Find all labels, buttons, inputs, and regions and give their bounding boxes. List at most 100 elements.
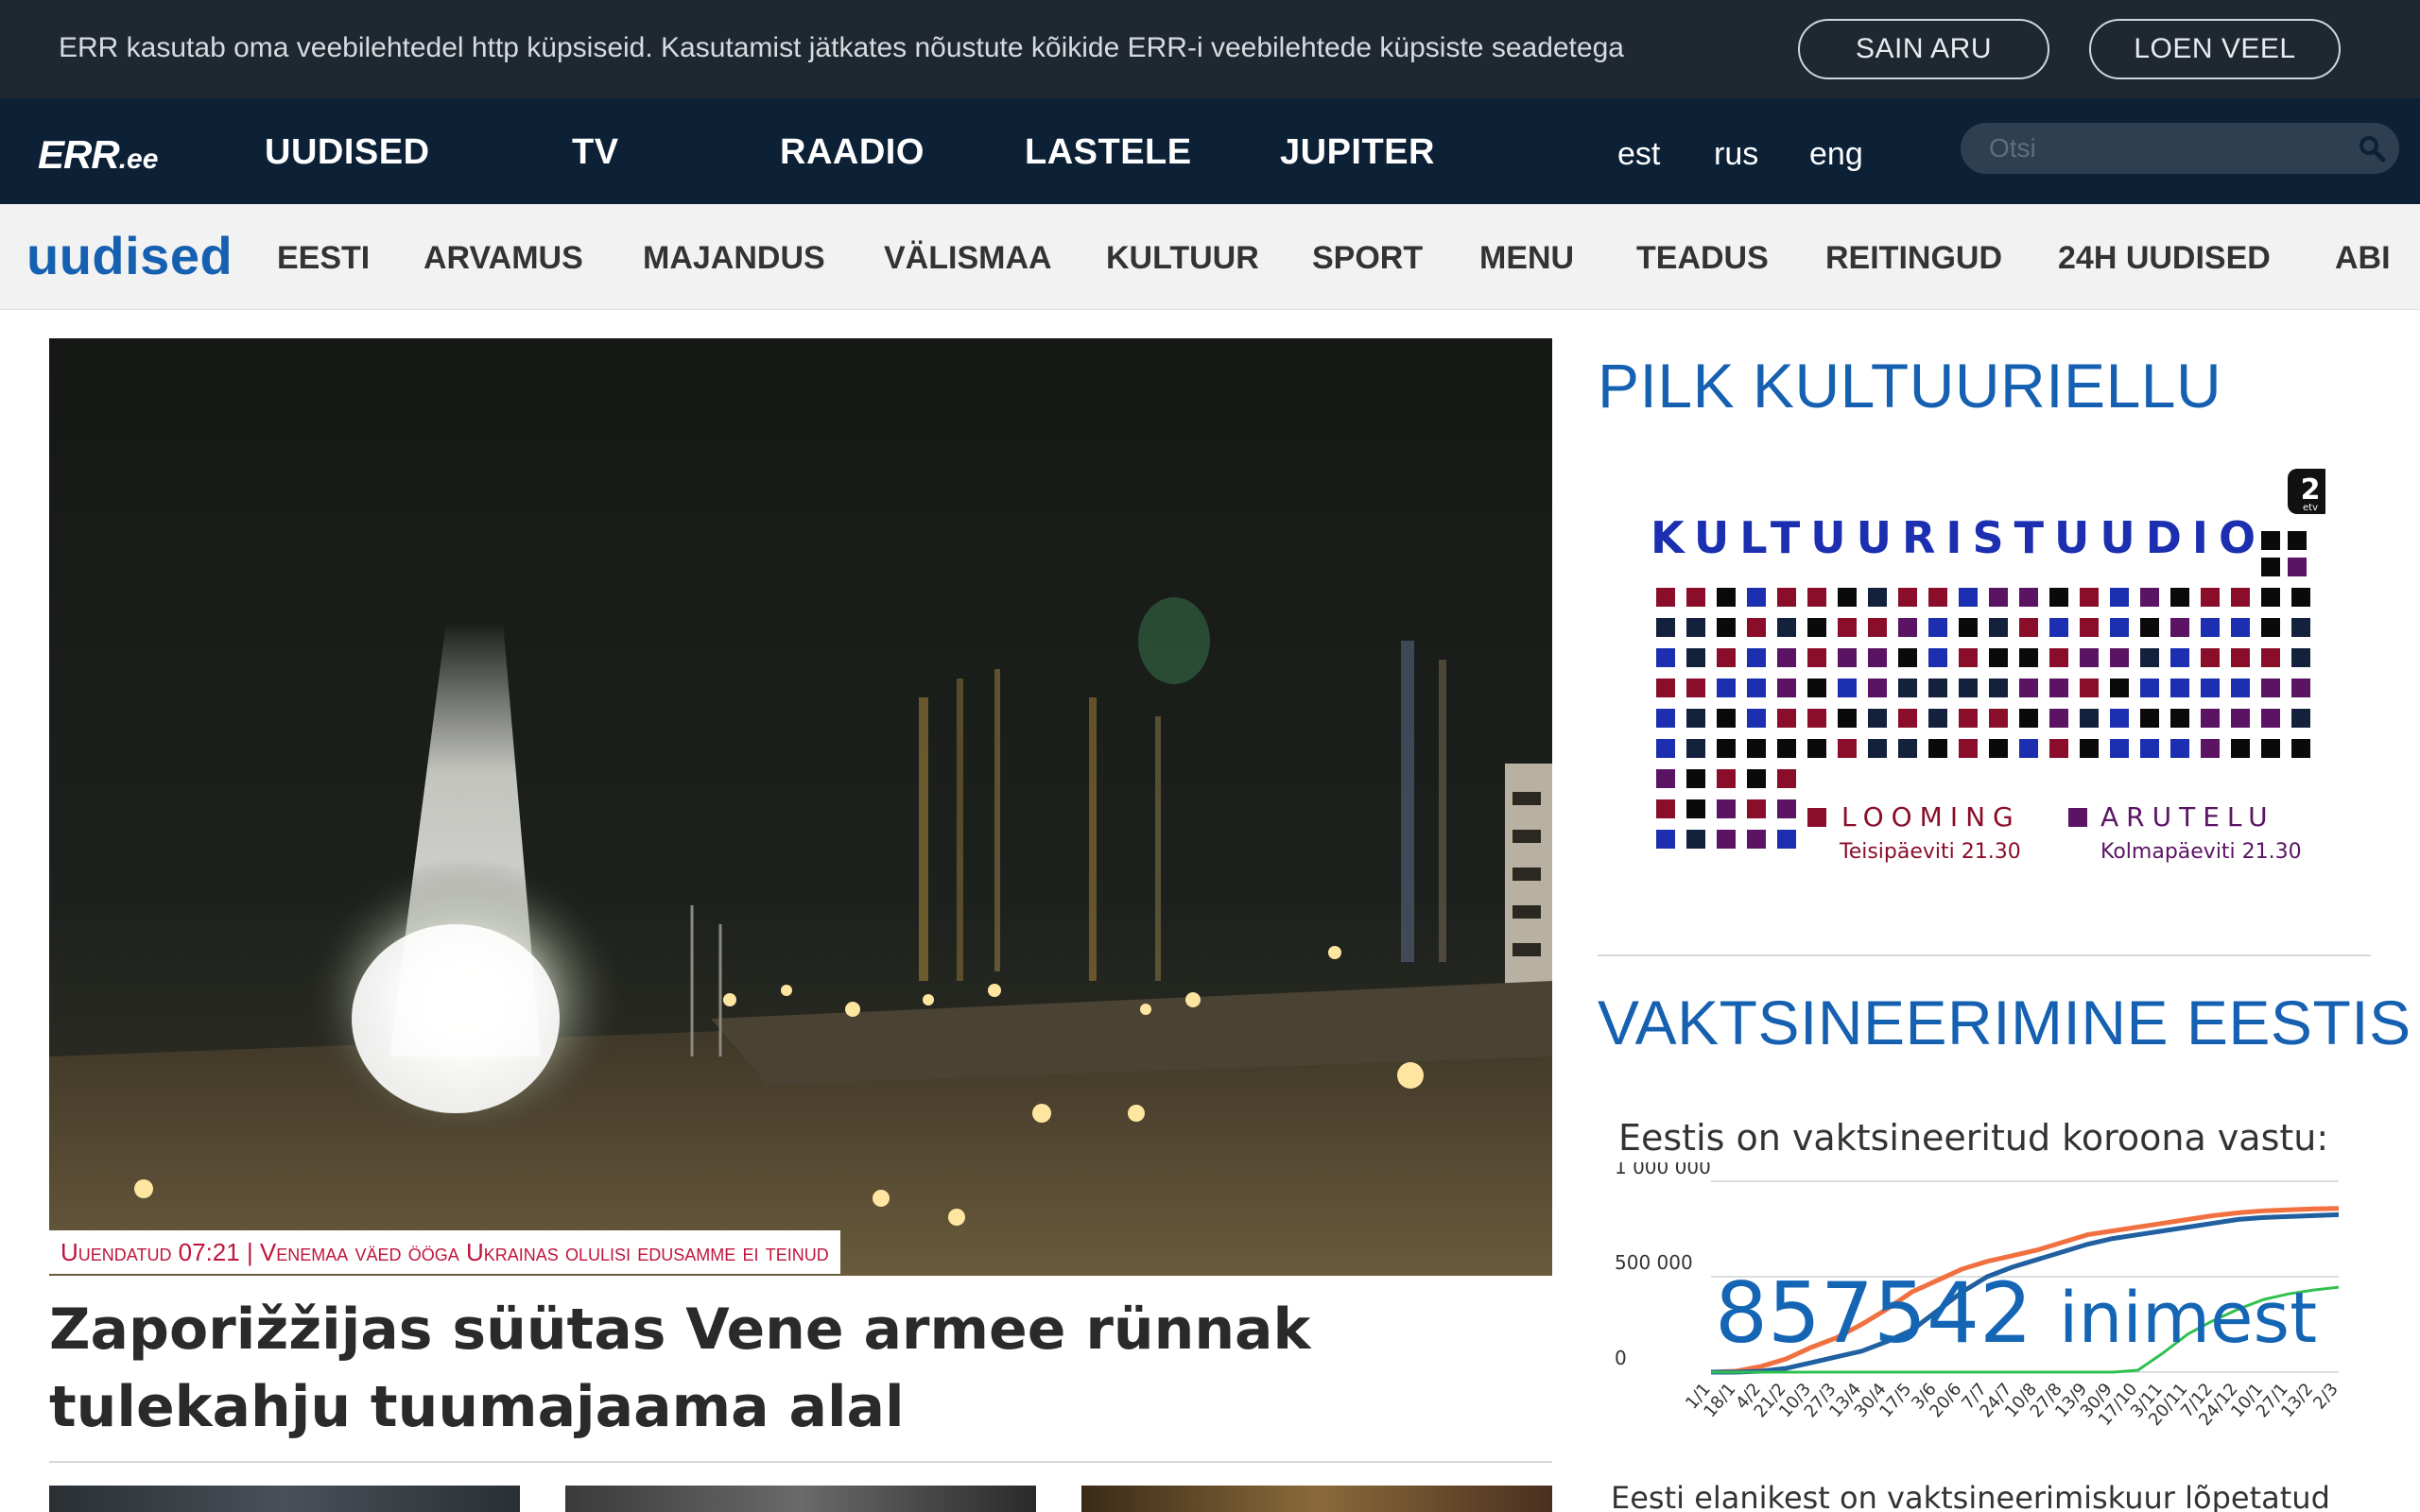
article-thumbnail[interactable] bbox=[1081, 1486, 1552, 1512]
promo-grid-square bbox=[1807, 679, 1826, 697]
promo-grid-square bbox=[1747, 739, 1766, 758]
search-icon[interactable] bbox=[2358, 134, 2386, 163]
promo-grid-square bbox=[1717, 709, 1736, 728]
promo-grid-square bbox=[1747, 648, 1766, 667]
promo-grid-square bbox=[2201, 739, 2220, 758]
promo-grid-square bbox=[1747, 709, 1766, 728]
section-item-sport[interactable]: SPORT bbox=[1312, 240, 1423, 277]
vaccination-section-heading[interactable]: VAKTSINEERIMINE EESTIS bbox=[1598, 987, 2411, 1058]
promo-grid-square bbox=[2019, 709, 2038, 728]
promo-grid-square bbox=[1928, 709, 1947, 728]
promo-grid-square bbox=[1717, 830, 1736, 849]
promo-title-text: KULTUURISTUUDIO bbox=[1651, 512, 2266, 563]
promo-grid-square bbox=[2291, 588, 2310, 607]
chart-y-tick-label: 0 bbox=[1615, 1347, 1627, 1369]
promo-grid-square bbox=[1717, 679, 1736, 697]
hero-article-image[interactable] bbox=[49, 338, 1552, 1276]
section-item-abi[interactable]: ABI bbox=[2335, 240, 2391, 277]
promo-grid-square bbox=[2019, 648, 2038, 667]
promo-grid-square bbox=[2080, 648, 2099, 667]
language-eng[interactable]: eng bbox=[1809, 136, 1863, 173]
promo-grid-square bbox=[1656, 648, 1675, 667]
article-thumbnail[interactable] bbox=[565, 1486, 1036, 1512]
section-item-teadus[interactable]: TEADUS bbox=[1636, 240, 1769, 277]
section-item-arvamus[interactable]: ARVAMUS bbox=[424, 240, 583, 277]
vaccination-footer-text: Eesti elanikest on vaktsineerimiskuur lõ… bbox=[1611, 1480, 2330, 1512]
promo-grid-square bbox=[2140, 709, 2159, 728]
promo-grid-square bbox=[1898, 618, 1917, 637]
hero-caption[interactable]: Uuendatud 07:21 | Venemaa väed ööga Ukra… bbox=[49, 1230, 840, 1274]
section-item-valismaa[interactable]: VÄLISMAA bbox=[884, 240, 1052, 277]
promo-grid-square bbox=[2291, 618, 2310, 637]
promo-grid-square bbox=[1959, 679, 1978, 697]
topnav-item-jupiter[interactable]: JUPITER bbox=[1280, 132, 1435, 173]
kultuuristuudio-promo-banner[interactable]: 2 etv KULTUURISTUUDIO LOOMING Teisipäevi… bbox=[1626, 463, 2333, 879]
promo-grid-square bbox=[1989, 618, 2008, 637]
section-item-24h-uudised[interactable]: 24H UUDISED bbox=[2058, 240, 2271, 277]
section-brand-uudised[interactable]: uudised bbox=[26, 225, 233, 286]
promo-grid-square bbox=[2110, 739, 2129, 758]
topnav-item-lastele[interactable]: LASTELE bbox=[1025, 132, 1192, 173]
promo-grid-square bbox=[2049, 618, 2068, 637]
promo-grid-square bbox=[2291, 739, 2310, 758]
culture-section-heading[interactable]: PILK KULTUURIELLU bbox=[1598, 350, 2221, 421]
promo-grid-square bbox=[1989, 739, 2008, 758]
promo-grid-square bbox=[1868, 588, 1887, 607]
promo-grid-square bbox=[1959, 618, 1978, 637]
section-item-menu[interactable]: MENU bbox=[1479, 240, 1574, 277]
promo-grid-square bbox=[1777, 709, 1796, 728]
promo-corner-square bbox=[2261, 531, 2280, 550]
section-item-kultuur[interactable]: KULTUUR bbox=[1106, 240, 1259, 277]
language-rus[interactable]: rus bbox=[1714, 136, 1758, 173]
err-logo[interactable]: ERR .ee bbox=[38, 132, 158, 177]
promo-grid-square bbox=[2231, 588, 2250, 607]
cookie-read-more-button[interactable]: LOEN VEEL bbox=[2089, 19, 2341, 79]
vaccination-widget[interactable]: Eestis on vaktsineeritud koroona vastu: … bbox=[1598, 1096, 2371, 1512]
promo-grid-square bbox=[1717, 588, 1736, 607]
promo-grid-square bbox=[2049, 739, 2068, 758]
promo-grid-square bbox=[2049, 588, 2068, 607]
promo-grid-square bbox=[1656, 739, 1675, 758]
promo-grid-square bbox=[1807, 709, 1826, 728]
promo-grid-square bbox=[1747, 769, 1766, 788]
promo-grid-square bbox=[2231, 709, 2250, 728]
promo-grid-square bbox=[2231, 618, 2250, 637]
promo-grid-square bbox=[1747, 679, 1766, 697]
article-thumbnail[interactable] bbox=[49, 1486, 520, 1512]
promo-grid-square bbox=[1777, 799, 1796, 818]
promo-grid-square bbox=[1807, 648, 1826, 667]
topnav-item-tv[interactable]: TV bbox=[572, 132, 619, 173]
promo-grid-square bbox=[2080, 618, 2099, 637]
hero-headline[interactable]: Zaporižžijas süütas Vene armee rünnak tu… bbox=[49, 1291, 1552, 1446]
promo-grid-square bbox=[2201, 618, 2220, 637]
promo-grid-square bbox=[1686, 709, 1705, 728]
search-input[interactable] bbox=[1989, 130, 2339, 166]
promo-grid-square bbox=[1838, 618, 1857, 637]
section-item-reitingud[interactable]: REITINGUD bbox=[1825, 240, 2002, 277]
topnav-item-raadio[interactable]: RAADIO bbox=[780, 132, 925, 173]
cookie-agree-button[interactable]: SAIN ARU bbox=[1798, 19, 2049, 79]
promo-corner-square bbox=[2288, 531, 2307, 550]
promo-grid-square bbox=[1868, 618, 1887, 637]
kultuuristuudio-graphic: 2 etv KULTUURISTUUDIO LOOMING Teisipäevi… bbox=[1651, 469, 2333, 864]
section-item-majandus[interactable]: MAJANDUS bbox=[643, 240, 825, 277]
promo-grid-square bbox=[1686, 830, 1705, 849]
promo-grid-square bbox=[1898, 679, 1917, 697]
promo-grid-square bbox=[2080, 679, 2099, 697]
language-est[interactable]: est bbox=[1617, 136, 1660, 173]
vaccinated-count: 857542 inimest bbox=[1715, 1264, 2317, 1362]
night-fire-scene bbox=[49, 338, 1552, 1276]
promo-grid-square bbox=[2110, 679, 2129, 697]
promo-grid-square bbox=[1747, 588, 1766, 607]
promo-grid-square bbox=[1838, 739, 1857, 758]
promo-grid-square bbox=[1928, 739, 1947, 758]
promo-grid-square bbox=[2261, 648, 2280, 667]
promo-corner-square bbox=[2261, 558, 2280, 576]
section-item-eesti[interactable]: EESTI bbox=[277, 240, 370, 277]
promo-grid-square bbox=[1777, 648, 1796, 667]
topnav-item-uudised[interactable]: UUDISED bbox=[265, 132, 430, 173]
promo-grid-square bbox=[1959, 588, 1978, 607]
promo-grid-square bbox=[1868, 648, 1887, 667]
promo-grid-square bbox=[1656, 679, 1675, 697]
cookie-notice-text: ERR kasutab oma veebilehtedel http küpsi… bbox=[59, 32, 1624, 63]
